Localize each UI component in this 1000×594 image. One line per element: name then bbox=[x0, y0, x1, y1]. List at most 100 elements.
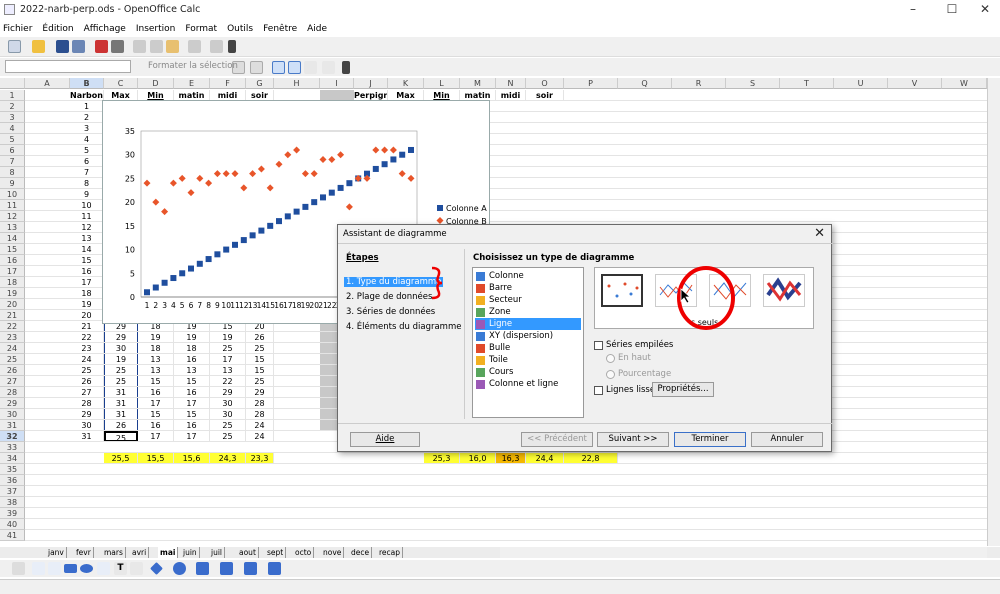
chart-type-barre[interactable]: Barre bbox=[475, 282, 581, 294]
line-tool-icon[interactable] bbox=[32, 562, 45, 575]
column-header[interactable]: J bbox=[354, 78, 388, 89]
row-header[interactable]: 32 bbox=[0, 431, 25, 442]
chart-type-cours[interactable]: Cours bbox=[475, 366, 581, 378]
undo-icon[interactable] bbox=[188, 40, 201, 53]
column-header[interactable]: T bbox=[780, 78, 834, 89]
row-header[interactable]: 22 bbox=[0, 321, 25, 332]
redo-icon[interactable] bbox=[210, 40, 223, 53]
row-header[interactable]: 16 bbox=[0, 255, 25, 266]
close-icon[interactable]: ✕ bbox=[970, 2, 1000, 16]
style-catalog-icon[interactable] bbox=[250, 61, 263, 74]
row-header[interactable]: 23 bbox=[0, 332, 25, 343]
chart-type-xy-dispersion[interactable]: XY (dispersion) bbox=[475, 330, 581, 342]
column-header[interactable]: F bbox=[210, 78, 246, 89]
select-arrow-icon[interactable] bbox=[12, 562, 25, 575]
column-header[interactable]: M bbox=[460, 78, 496, 89]
column-header[interactable]: I bbox=[320, 78, 354, 89]
column-header[interactable]: U bbox=[834, 78, 888, 89]
cut-icon[interactable] bbox=[133, 40, 146, 53]
chart-type-toile[interactable]: Toile bbox=[475, 354, 581, 366]
menu-edition[interactable]: Édition bbox=[42, 24, 73, 34]
menu-format[interactable]: Format bbox=[185, 24, 217, 34]
align-center-icon[interactable] bbox=[288, 61, 301, 74]
row-header[interactable]: 10 bbox=[0, 189, 25, 200]
row-header[interactable]: 29 bbox=[0, 398, 25, 409]
column-header[interactable]: A bbox=[25, 78, 70, 89]
column-header[interactable]: V bbox=[888, 78, 942, 89]
sheet-tab-aout[interactable]: aout bbox=[237, 547, 259, 558]
chart-type-colonne-et-ligne[interactable]: Colonne et ligne bbox=[475, 378, 581, 390]
horizontal-scrollbar[interactable] bbox=[500, 547, 987, 558]
callouts-icon[interactable] bbox=[244, 562, 257, 575]
sheet-tab-nove[interactable]: nove bbox=[321, 547, 345, 558]
sheet-tab-juin[interactable]: juin bbox=[181, 547, 200, 558]
sheet-tab-octo[interactable]: octo bbox=[293, 547, 315, 558]
vertical-scrollbar[interactable] bbox=[987, 78, 1000, 546]
maximize-icon[interactable]: ☐ bbox=[937, 2, 967, 16]
format-overflow-icon[interactable] bbox=[342, 61, 350, 74]
column-header[interactable]: O bbox=[526, 78, 564, 89]
variant-3d-lines[interactable] bbox=[763, 274, 805, 307]
grid-corner[interactable] bbox=[0, 78, 25, 89]
properties-button[interactable]: Propriétés... bbox=[652, 382, 714, 397]
row-header[interactable]: 2 bbox=[0, 101, 25, 112]
smooth-lines-checkbox[interactable] bbox=[594, 386, 603, 395]
minimize-icon[interactable]: – bbox=[898, 2, 928, 16]
column-header[interactable]: S bbox=[726, 78, 780, 89]
chart-type-zone[interactable]: Zone bbox=[475, 306, 581, 318]
chart-type-bulle[interactable]: Bulle bbox=[475, 342, 581, 354]
row-header[interactable]: 37 bbox=[0, 486, 25, 497]
row-header[interactable]: 4 bbox=[0, 123, 25, 134]
row-header[interactable]: 33 bbox=[0, 442, 25, 453]
open-folder-icon[interactable] bbox=[32, 40, 45, 53]
symbol-shapes-icon[interactable] bbox=[173, 562, 186, 575]
menu-fichier[interactable]: Fichier bbox=[3, 24, 32, 34]
cancel-button[interactable]: Annuler bbox=[751, 432, 823, 447]
column-header[interactable]: K bbox=[388, 78, 424, 89]
stars-icon[interactable] bbox=[268, 562, 281, 575]
menu-aide[interactable]: Aide bbox=[307, 24, 327, 34]
row-header[interactable]: 25 bbox=[0, 354, 25, 365]
format-selection-field[interactable]: Formater la sélection bbox=[148, 61, 238, 71]
percent-radio[interactable] bbox=[606, 370, 615, 379]
toolbar-overflow-icon[interactable] bbox=[228, 40, 236, 53]
row-header[interactable]: 27 bbox=[0, 376, 25, 387]
previous-button[interactable]: << Précédent bbox=[521, 432, 593, 447]
menu-outils[interactable]: Outils bbox=[227, 24, 253, 34]
row-header[interactable]: 26 bbox=[0, 365, 25, 376]
row-header[interactable]: 24 bbox=[0, 343, 25, 354]
align-left-icon[interactable] bbox=[272, 61, 285, 74]
column-header[interactable]: D bbox=[138, 78, 174, 89]
step-chart-elements[interactable]: 4. Éléments du diagramme bbox=[346, 322, 461, 332]
row-header[interactable]: 28 bbox=[0, 387, 25, 398]
row-header[interactable]: 30 bbox=[0, 409, 25, 420]
variant-points-only[interactable] bbox=[601, 274, 643, 307]
pdf-icon[interactable] bbox=[95, 40, 108, 53]
paste-icon[interactable] bbox=[166, 40, 179, 53]
sheet-tab-mars[interactable]: mars bbox=[102, 547, 126, 558]
dialog-close-icon[interactable]: ✕ bbox=[814, 226, 825, 241]
chart-type-secteur[interactable]: Secteur bbox=[475, 294, 581, 306]
chart-type-list[interactable]: Colonne Barre Secteur Zone Ligne XY (dispersi… bbox=[472, 267, 584, 418]
row-header[interactable]: 15 bbox=[0, 244, 25, 255]
chart-type-ligne[interactable]: Ligne bbox=[475, 318, 581, 330]
row-header[interactable]: 7 bbox=[0, 156, 25, 167]
ellipse-tool-icon[interactable] bbox=[80, 564, 93, 573]
chart-type-colonne[interactable]: Colonne bbox=[475, 270, 581, 282]
rectangle-tool-icon[interactable] bbox=[64, 564, 77, 573]
row-header[interactable]: 21 bbox=[0, 310, 25, 321]
row-header[interactable]: 1 bbox=[0, 90, 25, 101]
row-header[interactable]: 14 bbox=[0, 233, 25, 244]
block-arrows-icon[interactable] bbox=[196, 562, 209, 575]
sheet-tab-dece[interactable]: dece bbox=[349, 547, 373, 558]
row-header[interactable]: 6 bbox=[0, 145, 25, 156]
step-data-series[interactable]: 3. Séries de données bbox=[346, 307, 435, 317]
column-header[interactable]: N bbox=[496, 78, 526, 89]
row-header[interactable]: 8 bbox=[0, 167, 25, 178]
row-header[interactable]: 36 bbox=[0, 475, 25, 486]
row-header[interactable]: 5 bbox=[0, 134, 25, 145]
row-header[interactable]: 18 bbox=[0, 277, 25, 288]
column-header[interactable]: B bbox=[70, 78, 104, 89]
column-header[interactable]: W bbox=[942, 78, 987, 89]
name-box[interactable] bbox=[5, 60, 131, 73]
